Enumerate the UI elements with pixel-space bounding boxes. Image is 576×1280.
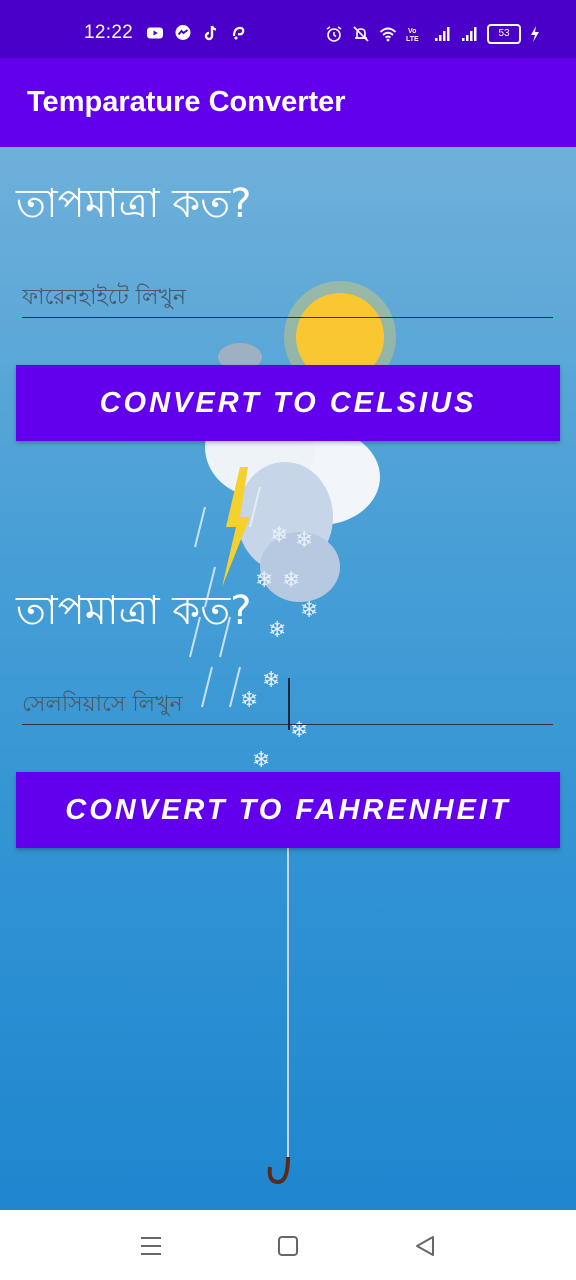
app-title: Temparature Converter bbox=[27, 86, 346, 118]
celsius-section-heading: তাপমাত্রা কত? bbox=[16, 181, 252, 227]
alarm-icon bbox=[325, 25, 343, 43]
youtube-icon bbox=[146, 24, 164, 42]
svg-text:❄: ❄ bbox=[268, 618, 286, 643]
fahrenheit-input-container bbox=[22, 277, 553, 318]
app-bar: Temparature Converter bbox=[0, 58, 576, 147]
fahrenheit-input[interactable] bbox=[22, 277, 553, 317]
charging-icon bbox=[530, 26, 540, 42]
status-bar: 12:22 Vo LTE 53 bbox=[0, 0, 576, 58]
menu-icon[interactable] bbox=[137, 1232, 165, 1260]
svg-text:Vo: Vo bbox=[408, 28, 416, 35]
mute-icon bbox=[352, 25, 370, 43]
svg-text:❄: ❄ bbox=[282, 568, 300, 593]
svg-text:❄: ❄ bbox=[270, 523, 288, 548]
notification-icon bbox=[230, 24, 248, 42]
signal-icon bbox=[460, 25, 478, 43]
convert-to-celsius-button[interactable]: CONVERT TO CELSIUS bbox=[16, 365, 560, 441]
svg-text:❄: ❄ bbox=[295, 528, 313, 553]
celsius-input-container bbox=[22, 678, 553, 730]
system-nav-bar bbox=[0, 1210, 576, 1280]
fahrenheit-section-heading: তাপমাত্রা কত? bbox=[16, 588, 252, 634]
messenger-icon bbox=[174, 24, 192, 42]
status-time: 12:22 bbox=[84, 22, 134, 43]
svg-text:LTE: LTE bbox=[406, 36, 419, 43]
text-cursor bbox=[288, 678, 290, 730]
battery-icon: 53 bbox=[487, 24, 521, 44]
svg-text:❄: ❄ bbox=[252, 748, 270, 773]
signal-icon bbox=[433, 25, 451, 43]
wifi-icon bbox=[379, 25, 397, 43]
phone-screen: 12:22 Vo LTE 53 Temparature Converter ❄ … bbox=[0, 0, 576, 1280]
home-icon[interactable] bbox=[274, 1232, 302, 1260]
main-content: ❄ ❄ ❄ ❄ ❄ ❄ ❄ ❄ ❄ ❄ তাপমাত্রা কত? CONVER… bbox=[0, 147, 576, 1210]
volte-icon: Vo LTE bbox=[406, 25, 424, 43]
svg-text:❄: ❄ bbox=[255, 568, 273, 593]
tiktok-icon bbox=[202, 24, 220, 42]
back-icon[interactable] bbox=[411, 1232, 439, 1260]
status-notification-icons bbox=[146, 24, 248, 42]
status-system-icons: Vo LTE 53 bbox=[325, 24, 540, 44]
convert-to-fahrenheit-button[interactable]: CONVERT TO FAHRENHEIT bbox=[16, 772, 560, 848]
svg-text:❄: ❄ bbox=[300, 598, 318, 623]
